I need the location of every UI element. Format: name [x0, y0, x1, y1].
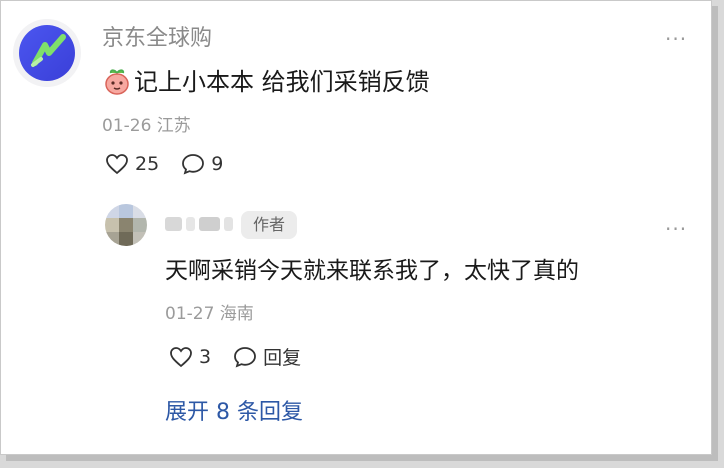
- comment-button[interactable]: 9: [181, 153, 223, 175]
- reply-actions: 3 回复: [169, 343, 323, 370]
- reply-button[interactable]: 回复: [233, 343, 301, 370]
- user-name[interactable]: 京东全球购: [102, 25, 212, 53]
- comment-text-content: 记上小本本 给我们采销反馈: [134, 68, 430, 96]
- expand-replies-link[interactable]: 展开 8 条回复: [165, 397, 303, 429]
- reply-text: 天啊采销今天就来联系我了，太快了真的: [165, 258, 579, 284]
- reply-meta: 01-27 海南: [165, 304, 254, 324]
- like-count: 25: [135, 153, 160, 175]
- reply-label: 回复: [263, 347, 302, 369]
- more-options-icon[interactable]: ···: [665, 29, 687, 49]
- comment-text: 记上小本本 给我们采销反馈: [102, 65, 430, 99]
- more-options-icon[interactable]: ···: [665, 219, 687, 239]
- reply-avatar[interactable]: [105, 204, 147, 246]
- comment-meta: 01-26 江苏: [102, 116, 191, 136]
- heart-icon: [106, 154, 128, 175]
- like-button[interactable]: 25: [105, 153, 159, 175]
- author-badge: 作者: [241, 211, 298, 239]
- like-count: 3: [199, 345, 212, 368]
- heart-icon: [170, 346, 192, 367]
- comment-count: 9: [211, 153, 224, 175]
- comment-bubble-icon: [234, 346, 256, 368]
- brand-logo-icon: [19, 25, 75, 81]
- reply-user-name-blurred[interactable]: [165, 212, 237, 236]
- peach-face-emoji-icon: [102, 67, 132, 97]
- comment-card: 京东全球购 ··· 记上小本本 给我们采销反馈 01-26 江苏 25 9 作者…: [0, 0, 712, 455]
- avatar[interactable]: [13, 19, 81, 87]
- comment-bubble-icon: [182, 154, 205, 175]
- comment-actions: 25 9: [105, 153, 245, 175]
- like-button[interactable]: 3: [169, 346, 211, 368]
